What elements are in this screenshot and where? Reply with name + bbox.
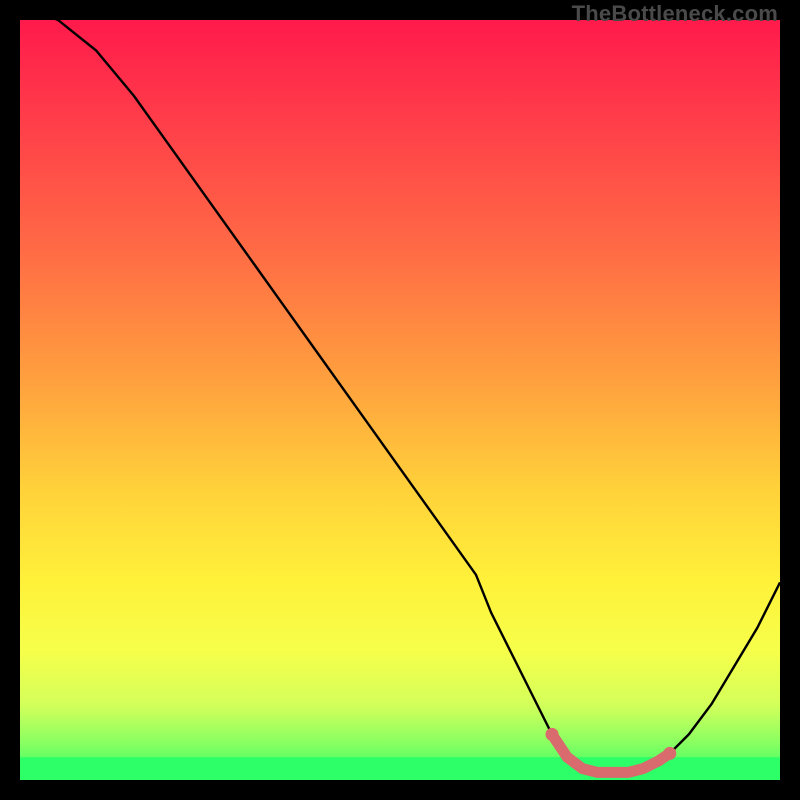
gradient-background [20,20,780,780]
optimal-range-endpoint [546,728,559,741]
optimal-range-endpoint [663,747,676,760]
bottleneck-chart [20,20,780,780]
chart-frame [20,20,780,780]
watermark-text: TheBottleneck.com [572,1,778,27]
